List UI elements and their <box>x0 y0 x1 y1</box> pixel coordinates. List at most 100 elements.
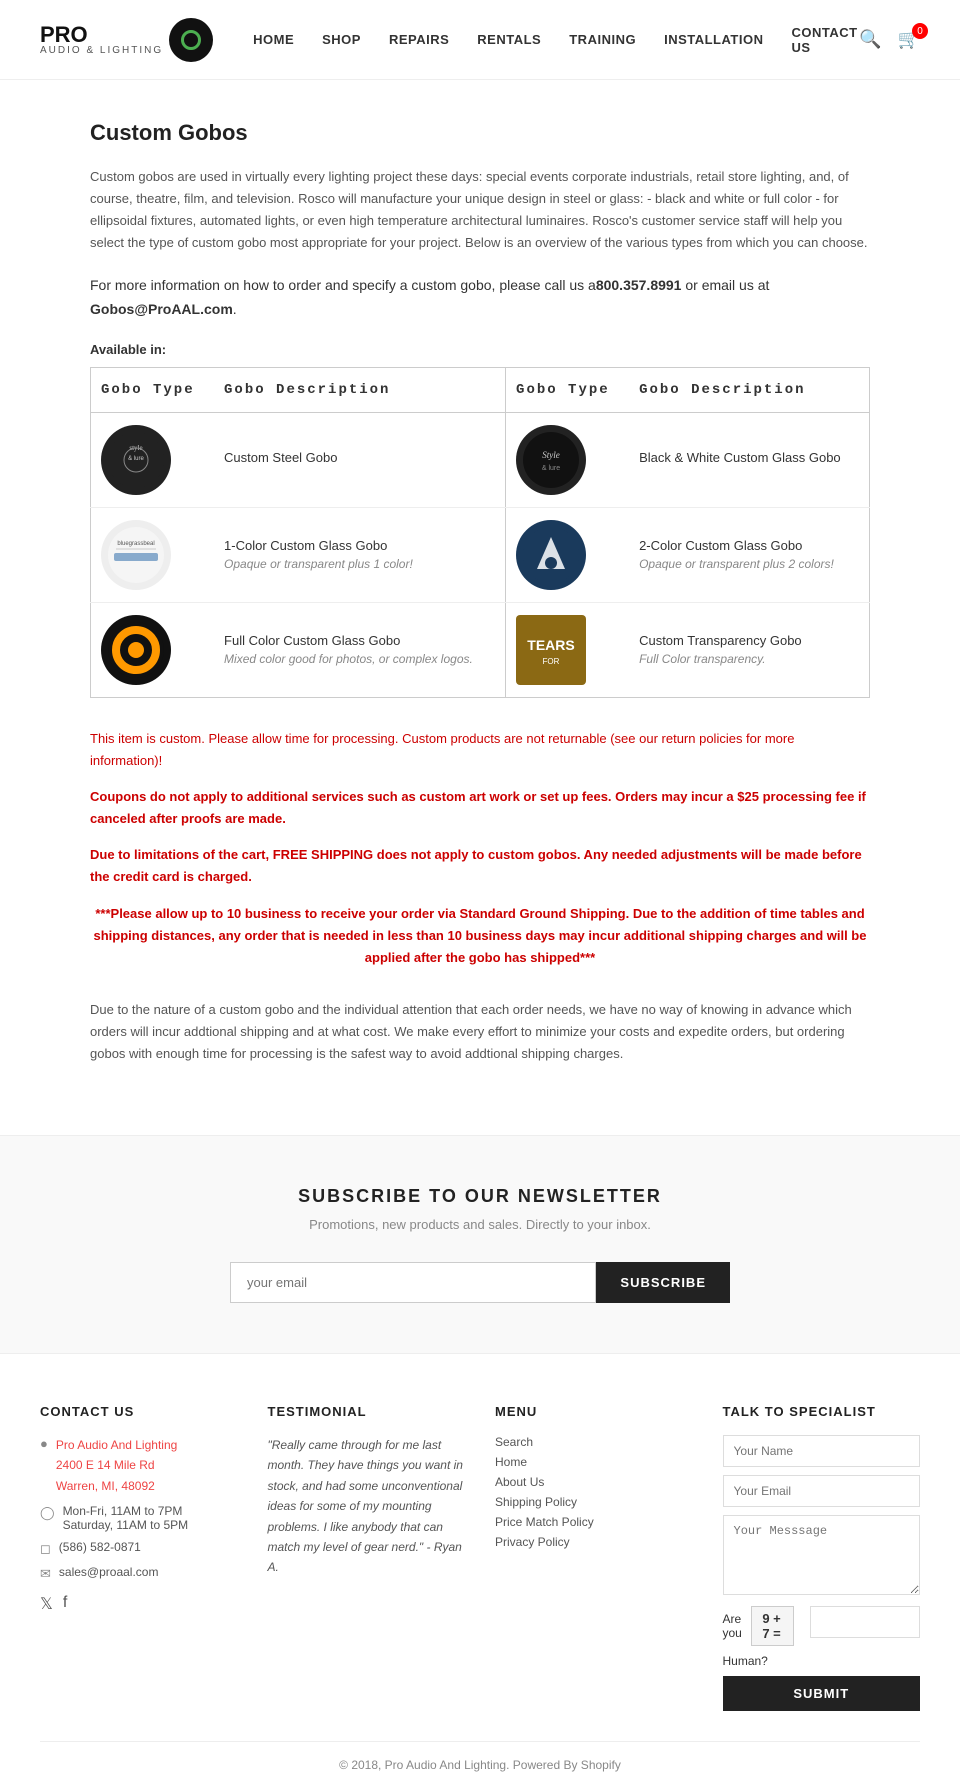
gobo-image-1color: bluegrassbeal <box>101 520 171 590</box>
notice-4: ***Please allow up to 10 business to rec… <box>90 903 870 969</box>
submit-button[interactable]: SUBMIT <box>723 1676 921 1711</box>
gobo-desc-right-3: Custom Transparency Gobo Full Color tran… <box>629 602 869 697</box>
footer-address2: Warren, MI, 48092 <box>56 1476 177 1496</box>
footer-menu-price[interactable]: Price Match Policy <box>495 1515 693 1529</box>
gobo-image-2color <box>516 520 586 590</box>
footer-phone: (586) 582-0871 <box>59 1540 141 1554</box>
clock-icon: ◯ <box>40 1505 55 1521</box>
footer-hours2: Saturday, 11AM to 5PM <box>63 1518 189 1532</box>
nav-repairs[interactable]: REPAIRS <box>389 32 449 47</box>
footer-contact-heading: CONTACT US <box>40 1404 238 1419</box>
nav-training[interactable]: TRAINING <box>569 32 636 47</box>
footer-menu-search[interactable]: Search <box>495 1435 693 1449</box>
newsletter-email-input[interactable] <box>230 1262 596 1303</box>
gobo-img-cell-fullcolor <box>91 602 215 697</box>
svg-text:& lure: & lure <box>542 465 560 472</box>
footer-testimonial: TESTIMONIAL "Really came through for me … <box>268 1404 466 1711</box>
nav-installation[interactable]: INSTALLATION <box>664 32 763 47</box>
footer-grid: CONTACT US ● Pro Audio And Lighting 2400… <box>40 1404 920 1711</box>
newsletter-form: SUBSCRIBE <box>230 1262 730 1303</box>
footer: CONTACT US ● Pro Audio And Lighting 2400… <box>0 1353 960 1792</box>
specialist-message-input[interactable] <box>723 1515 921 1595</box>
footer-address-row: ● Pro Audio And Lighting 2400 E 14 Mile … <box>40 1435 238 1496</box>
table-row: style & lure Custom Steel Gobo Style <box>91 412 870 507</box>
facebook-icon[interactable]: f <box>63 1594 67 1614</box>
location-icon: ● <box>40 1436 48 1451</box>
footer-hours1: Mon-Fri, 11AM to 7PM <box>63 1504 189 1518</box>
footer-email: sales@proaal.com <box>59 1565 159 1579</box>
search-button[interactable]: 🔍 <box>859 29 881 50</box>
specialist-form: Are you 9 + 7 = Human? SUBMIT <box>723 1435 921 1711</box>
footer-copyright: © 2018, Pro Audio And Lighting. Powered … <box>40 1741 920 1772</box>
logo-sub: AUDIO & LIGHTING <box>40 46 163 56</box>
footer-contact: CONTACT US ● Pro Audio And Lighting 2400… <box>40 1404 238 1711</box>
footer-specialist-heading: TALK TO SPECIALIST <box>723 1404 921 1419</box>
footer-menu-privacy[interactable]: Privacy Policy <box>495 1535 693 1549</box>
footer-menu: MENU Search Home About Us Shipping Polic… <box>495 1404 693 1711</box>
header-icons: 🔍 🛒 0 <box>859 29 920 50</box>
footer-email-row: ✉ sales@proaal.com <box>40 1565 238 1582</box>
col-header-1: Gobo Type <box>91 367 215 412</box>
email-icon: ✉ <box>40 1566 51 1582</box>
twitter-icon[interactable]: 𝕏 <box>40 1594 53 1614</box>
logo[interactable]: PRO AUDIO & LIGHTING <box>40 18 213 62</box>
footer-menu-shipping[interactable]: Shipping Policy <box>495 1495 693 1509</box>
contact-phone: 800.357.8991 <box>596 277 682 293</box>
email-intro-text: or email us at <box>681 277 769 293</box>
footer-menu-home[interactable]: Home <box>495 1455 693 1469</box>
captcha-equation: 9 + 7 = <box>751 1606 793 1646</box>
gobo-desc-right-1: Black & White Custom Glass Gobo <box>629 412 869 507</box>
notice-2: Coupons do not apply to additional servi… <box>90 786 870 830</box>
gobo-table: Gobo Type Gobo Description Gobo Type Gob… <box>90 367 870 698</box>
gobo-img-cell-bw: Style & lure <box>506 412 630 507</box>
page-title: Custom Gobos <box>90 120 870 146</box>
gobo-image-transparency: TEARS FOR <box>516 615 586 685</box>
footer-menu-heading: MENU <box>495 1404 693 1419</box>
svg-text:TEARS: TEARS <box>527 637 574 653</box>
cart-badge: 0 <box>912 23 928 39</box>
main-nav: HOME SHOP REPAIRS RENTALS TRAINING INSTA… <box>253 25 859 55</box>
notice-3: Due to limitations of the cart, FREE SHI… <box>90 844 870 888</box>
intro-paragraph: Custom gobos are used in virtually every… <box>90 166 870 254</box>
svg-text:& lure: & lure <box>128 456 144 462</box>
nav-home[interactable]: HOME <box>253 32 294 47</box>
footer-phone-row: ◻ (586) 582-0871 <box>40 1540 238 1557</box>
contact-info: For more information on how to order and… <box>90 274 870 322</box>
footer-address1: 2400 E 14 Mile Rd <box>56 1455 177 1475</box>
info-paragraph: Due to the nature of a custom gobo and t… <box>90 999 870 1065</box>
gobo-img-cell-2color <box>506 507 630 602</box>
captcha-answer-input[interactable] <box>810 1606 920 1638</box>
nav-contact[interactable]: CONTACT US <box>791 25 859 55</box>
gobo-desc-left-3: Full Color Custom Glass Gobo Mixed color… <box>214 602 506 697</box>
footer-menu-about[interactable]: About Us <box>495 1475 693 1489</box>
col-header-4: Gobo Description <box>629 367 869 412</box>
testimonial-text: "Really came through for me last month. … <box>268 1435 466 1578</box>
specialist-email-input[interactable] <box>723 1475 921 1507</box>
newsletter-section: SUBSCRIBE TO OUR NEWSLETTER Promotions, … <box>0 1135 960 1353</box>
newsletter-subscribe-button[interactable]: SUBSCRIBE <box>596 1262 730 1303</box>
footer-testimonial-heading: TESTIMONIAL <box>268 1404 466 1419</box>
gobo-img-cell-1color: bluegrassbeal <box>91 507 215 602</box>
specialist-name-input[interactable] <box>723 1435 921 1467</box>
col-header-2: Gobo Description <box>214 367 506 412</box>
footer-social: 𝕏 f <box>40 1594 238 1614</box>
table-row: bluegrassbeal 1-Color Custom Glass Gobo … <box>91 507 870 602</box>
captcha-row: Are you 9 + 7 = <box>723 1606 921 1646</box>
gobo-image-fullcolor <box>101 615 171 685</box>
gobo-desc-left-1: Custom Steel Gobo <box>214 412 506 507</box>
svg-text:Style: Style <box>542 450 560 460</box>
col-header-3: Gobo Type <box>506 367 630 412</box>
footer-specialist: TALK TO SPECIALIST Are you 9 + 7 = Human… <box>723 1404 921 1711</box>
footer-company: Pro Audio And Lighting <box>56 1435 177 1455</box>
logo-brand: PRO <box>40 24 163 46</box>
contact-line-text: For more information on how to order and… <box>90 277 596 293</box>
newsletter-subtitle: Promotions, new products and sales. Dire… <box>20 1217 940 1232</box>
newsletter-title: SUBSCRIBE TO OUR NEWSLETTER <box>20 1186 940 1207</box>
nav-rentals[interactable]: RENTALS <box>477 32 541 47</box>
gobo-image-bw: Style & lure <box>516 425 586 495</box>
nav-shop[interactable]: SHOP <box>322 32 361 47</box>
notice-1: This item is custom. Please allow time f… <box>90 728 870 772</box>
cart-wrapper[interactable]: 🛒 0 <box>898 29 920 50</box>
svg-text:FOR: FOR <box>543 657 560 666</box>
are-you-text: Are you <box>723 1612 744 1640</box>
